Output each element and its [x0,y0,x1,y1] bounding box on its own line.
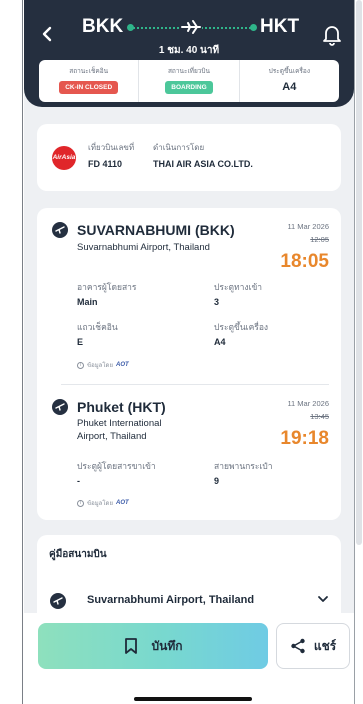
departure-data-source: i ข้อมูลโดย AOT [77,360,129,370]
arrival-gate-label: ประตูผู้โดยสารขาเข้า [77,461,156,471]
arrival-date: 11 Mar 2026 [287,399,329,408]
operator-label: ดำเนินการโดย [153,143,205,152]
notification-button[interactable] [322,24,342,46]
arrival-airport-name: Phuket (HKT) [77,399,166,415]
arrival-scheduled-time: 13:45 [310,412,329,421]
departure-new-time: 18:05 [280,251,329,272]
baggage-belt-value: 9 [214,476,220,486]
flight-number-label: เที่ยวบินเลขที่ [88,143,135,152]
arrival-pin-icon [52,399,68,415]
back-button[interactable] [38,24,58,44]
checkin-status-badge: CK-IN CLOSED [59,81,119,94]
app-screen: BKK HKT 1 ชม. 40 นาที สถานะเช็คอิน CK-IN… [24,0,354,704]
guide-airport-item[interactable]: Suvarnabhumi Airport, Thailand [87,594,254,606]
airport-guide-title: คู่มือสนามบิน [49,549,107,560]
aot-logo: AOT [115,362,129,368]
flight-header: BKK HKT 1 ชม. 40 นาที สถานะเช็คอิน CK-IN… [24,0,354,107]
share-button-label: แชร์ [313,638,337,653]
save-button-label: บันทึก [151,638,183,653]
flight-status-label: สถานะเที่ยวบิน [167,68,210,75]
checkin-row-label: แถวเช็คอิน [77,322,118,332]
entrance-gate-label: ประตูทางเข้า [214,282,263,292]
chevron-down-icon[interactable] [317,593,329,605]
scrollbar[interactable] [356,0,362,545]
divider [61,384,329,385]
boarding-gate-label: ประตูขึ้นเครื่อง [214,322,269,332]
device-frame-right [354,0,355,704]
terminal-value: Main [77,297,98,307]
guide-pin-icon [50,593,66,609]
source-label: ข้อมูลโดย [87,363,113,369]
departure-airport-sub: Suvarnabhumi Airport, Thailand [77,242,210,253]
aot-logo: AOT [115,500,129,506]
arrival-data-source: i ข้อมูลโดย AOT [77,498,129,508]
bell-icon [323,26,341,46]
share-button[interactable]: แชร์ [276,623,350,669]
entrance-gate-value: 3 [214,297,220,307]
flight-details-card: SUVARNABHUMI (BKK) Suvarnabhumi Airport,… [37,208,341,520]
flight-number: FD 4110 [88,159,123,169]
terminal-label: อาคารผู้โดยสาร [77,282,137,292]
destination-code: HKT [260,16,300,37]
airline-card: AirAsia เที่ยวบินเลขที่ FD 4110 ดำเนินกา… [37,124,341,191]
home-indicator[interactable] [134,697,252,701]
airline-logo: AirAsia [52,146,76,170]
flight-status-badge: BOARDING [165,81,213,94]
departure-pin-icon [52,222,68,238]
bottom-action-bar: บันทึก แชร์ [24,613,354,704]
save-button[interactable]: บันทึก [38,623,268,669]
airport-guide-card: คู่มือสนามบิน Suvarnabhumi Airport, Thai… [37,535,341,625]
checkin-row-value: E [77,337,84,347]
status-summary: สถานะเช็คอิน CK-IN CLOSED สถานะเที่ยวบิน… [39,60,339,102]
arrival-airport-sub-line2: Airport, Thailand [77,431,147,442]
gate-status: ประตูขึ้นเครื่อง A4 [238,60,339,102]
departure-airport-name: SUVARNABHUMI (BKK) [77,222,235,238]
flight-duration: 1 ชม. 40 นาที [158,45,220,56]
chevron-left-icon [42,26,52,42]
gate-status-value: A4 [282,81,297,93]
source-label: ข้อมูลโดย [87,501,113,507]
departure-date: 11 Mar 2026 [287,222,329,231]
origin-code: BKK [82,16,124,37]
info-icon: i [77,361,84,369]
checkin-status: สถานะเช็คอิน CK-IN CLOSED [39,60,138,102]
checkin-status-label: สถานะเช็คอิน [69,68,109,75]
boarding-gate-value: A4 [214,337,226,347]
flight-status: สถานะเที่ยวบิน BOARDING [138,60,238,102]
departure-scheduled-time: 12:05 [310,235,329,244]
share-icon [291,638,305,654]
operator-name: THAI AIR ASIA CO.LTD. [153,159,253,169]
baggage-belt-label: สายพานกระเป๋า [214,461,273,471]
arrival-airport-sub-line1: Phuket International [77,418,162,429]
info-icon: i [77,499,84,507]
arrival-gate-value: - [77,476,80,486]
arrival-new-time: 19:18 [280,428,329,449]
plane-icon [180,17,202,37]
device-frame-left [22,0,23,704]
gate-status-label: ประตูขึ้นเครื่อง [268,68,310,75]
bookmark-icon [124,638,137,654]
